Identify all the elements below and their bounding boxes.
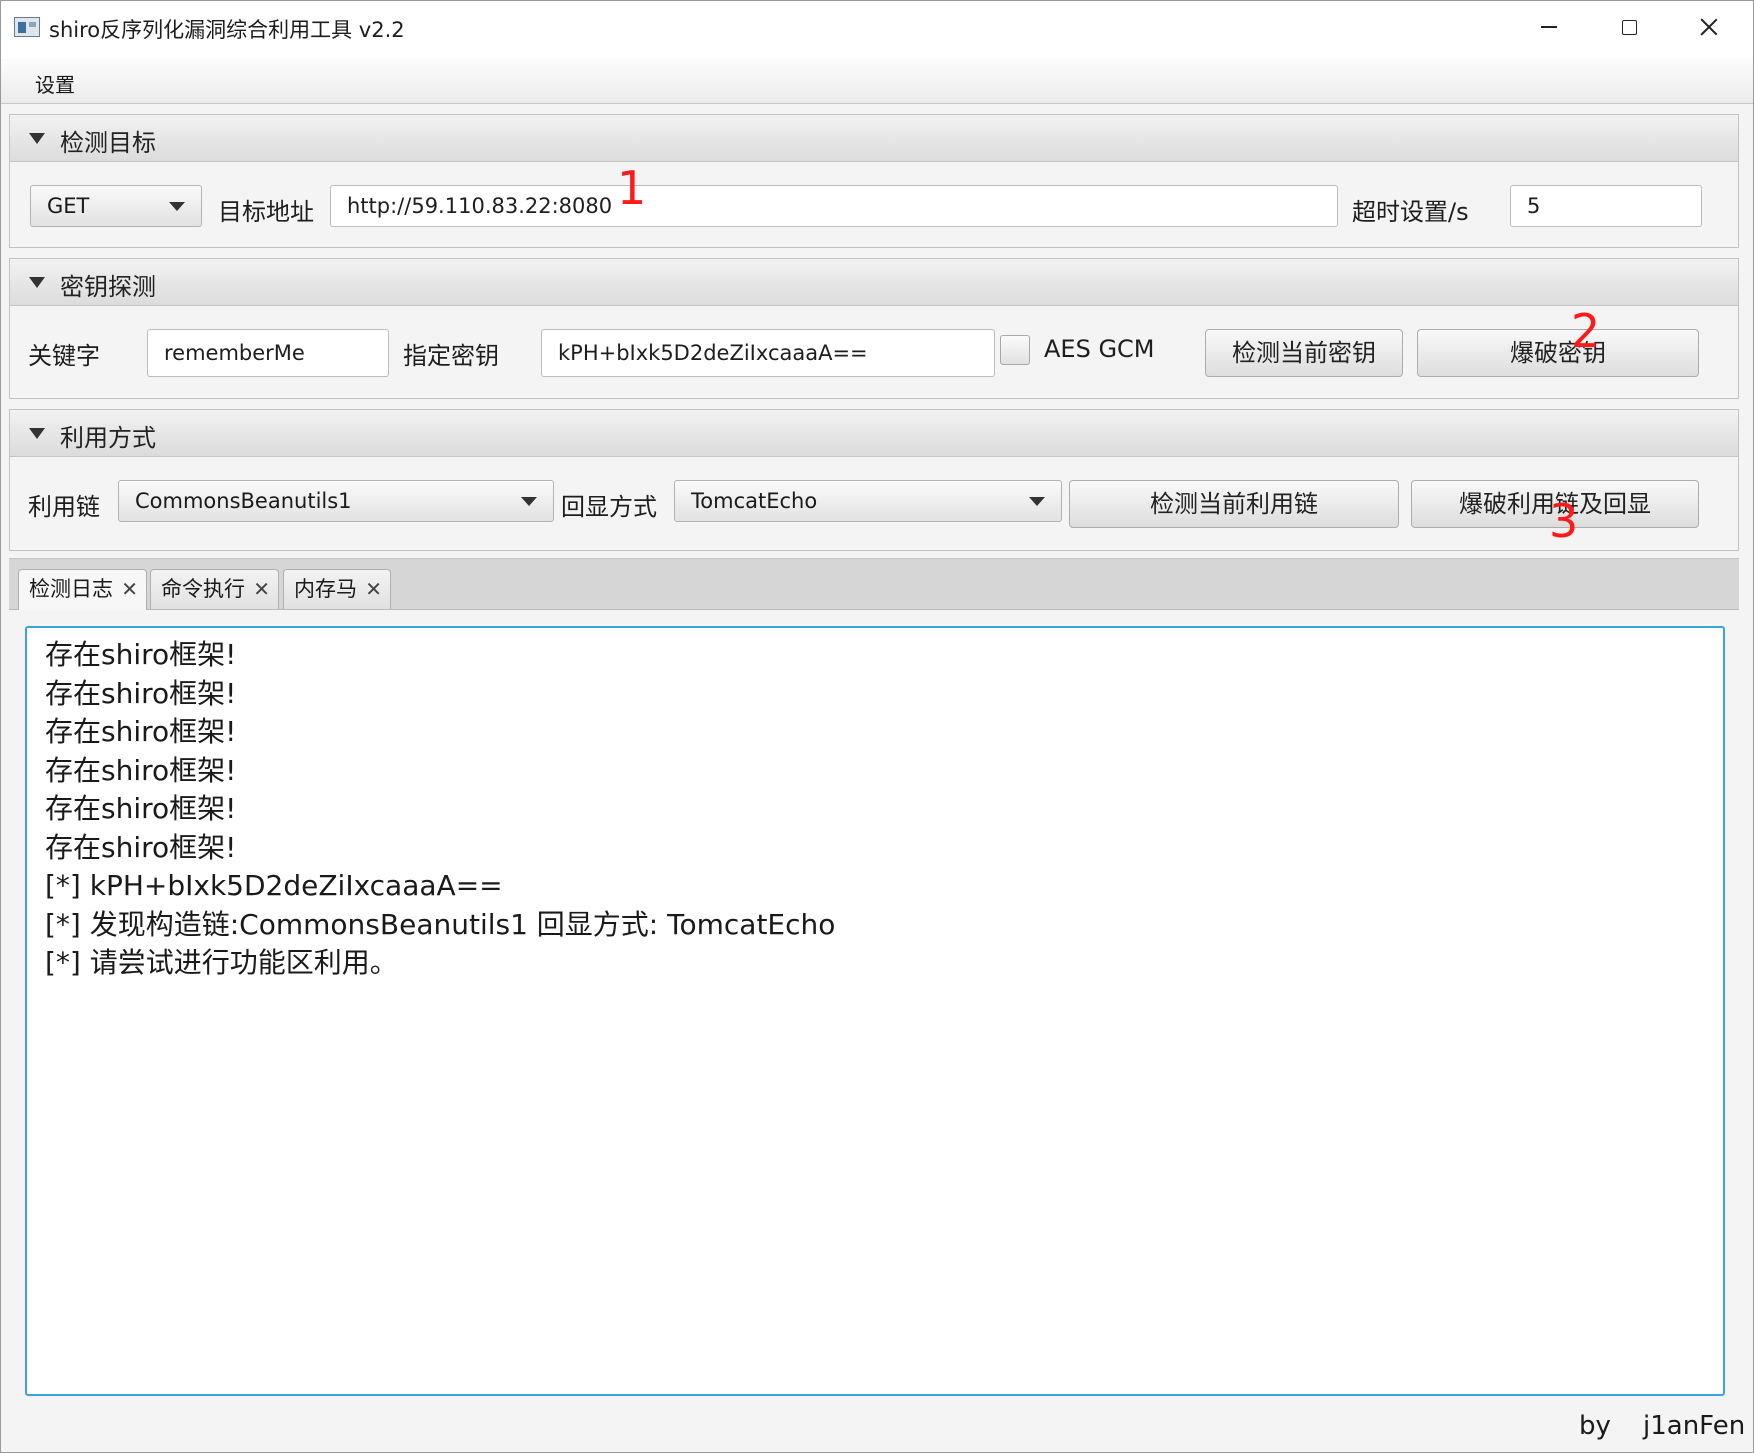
log-line: [*] 发现构造链:CommonsBeanutils1 回显方式: Tomcat… [45,907,836,941]
tab-label: 检测日志 [29,577,113,601]
footer-author: j1anFen [1643,1411,1746,1441]
echo-select[interactable]: TomcatEcho [674,480,1062,522]
log-line: [*] kPH+bIxk5D2deZiIxcaaaA== [45,869,503,902]
method-value: GET [47,194,90,218]
minimize-icon [1541,26,1557,28]
timeout-label: 超时设置/s [1352,198,1469,226]
annotation-3: 3 [1549,494,1579,548]
chevron-down-icon [521,497,537,506]
key-pane: 密钥探测 关键字 rememberMe 指定密钥 kPH+bIxk5D2deZi… [9,258,1739,399]
target-pane-title: 检测目标 [60,129,156,157]
keyword-label: 关键字 [28,342,100,370]
tab-close-icon[interactable]: ✕ [365,570,382,608]
brute-key-button[interactable]: 爆破密钥 [1417,329,1699,377]
menu-bar: 设置 [1,59,1753,104]
log-line: 存在shiro框架! [45,638,237,671]
tab-label: 内存马 [294,577,357,601]
collapse-triangle-icon [29,428,45,439]
log-line: 存在shiro框架! [45,830,237,864]
log-line: 存在shiro框架! [45,676,237,710]
chevron-down-icon [169,202,185,211]
log-textarea[interactable]: 存在shiro框架! 存在shiro框架! 存在shiro框架! 存在shiro… [25,626,1725,1396]
log-line: 存在shiro框架! [45,753,237,787]
exploit-pane-title: 利用方式 [60,424,156,452]
maximize-icon [1621,19,1637,35]
aes-gcm-checkbox[interactable] [1000,335,1030,365]
minimize-button[interactable] [1509,1,1589,53]
title-bar: shiro反序列化漏洞综合利用工具 v2.2 [1,1,1753,59]
log-line: [*] 请尝试进行功能区利用。 [45,946,398,979]
tab-label: 命令执行 [161,577,245,601]
collapse-triangle-icon [29,133,45,144]
log-line: 存在shiro框架! [45,792,237,825]
url-label: 目标地址 [218,198,314,226]
footer-by: by [1579,1411,1611,1441]
key-label: 指定密钥 [403,342,499,370]
key-pane-header[interactable]: 密钥探测 [10,259,1738,306]
target-pane: 检测目标 GET 目标地址 http://59.110.83.22:8080 超… [9,114,1739,248]
echo-label: 回显方式 [561,493,657,521]
annotation-2: 2 [1571,304,1601,358]
check-chain-button[interactable]: 检测当前利用链 [1069,480,1399,528]
close-icon [1700,18,1718,36]
chevron-down-icon [1029,497,1045,506]
tab-bar: 检测日志 ✕ 命令执行 ✕ 内存马 ✕ [9,558,1739,610]
tab-close-icon[interactable]: ✕ [253,570,270,608]
annotation-1: 1 [617,161,647,215]
chain-value: CommonsBeanutils1 [135,489,352,513]
maximize-button[interactable] [1589,1,1669,53]
menu-settings[interactable]: 设置 [25,69,85,98]
tab-detection-log[interactable]: 检测日志 ✕ [18,569,147,610]
collapse-triangle-icon [29,277,45,288]
url-input[interactable]: http://59.110.83.22:8080 [330,185,1338,227]
exploit-pane: 利用方式 利用链 CommonsBeanutils1 回显方式 TomcatEc… [9,409,1739,551]
keyword-input[interactable]: rememberMe [147,329,389,377]
echo-value: TomcatEcho [691,489,818,513]
tab-close-icon[interactable]: ✕ [121,570,138,608]
method-select[interactable]: GET [30,185,202,227]
aes-gcm-label: AES GCM [1044,335,1155,363]
exploit-pane-header[interactable]: 利用方式 [10,410,1738,457]
tab-memshell[interactable]: 内存马 ✕ [283,569,391,609]
check-key-button[interactable]: 检测当前密钥 [1205,329,1403,377]
app-window: shiro反序列化漏洞综合利用工具 v2.2 设置 检测目标 GET 目标地址 … [0,0,1754,1453]
app-icon [14,17,40,37]
timeout-input[interactable]: 5 [1510,185,1702,227]
close-button[interactable] [1669,1,1749,53]
window-title: shiro反序列化漏洞综合利用工具 v2.2 [49,18,405,42]
key-pane-title: 密钥探测 [60,273,156,301]
target-pane-header[interactable]: 检测目标 [10,115,1738,162]
tab-command-exec[interactable]: 命令执行 ✕ [150,569,279,609]
chain-label: 利用链 [28,493,100,521]
key-input[interactable]: kPH+bIxk5D2deZiIxcaaaA== [541,329,995,377]
chain-select[interactable]: CommonsBeanutils1 [118,480,554,522]
log-line: 存在shiro框架! [45,715,237,748]
